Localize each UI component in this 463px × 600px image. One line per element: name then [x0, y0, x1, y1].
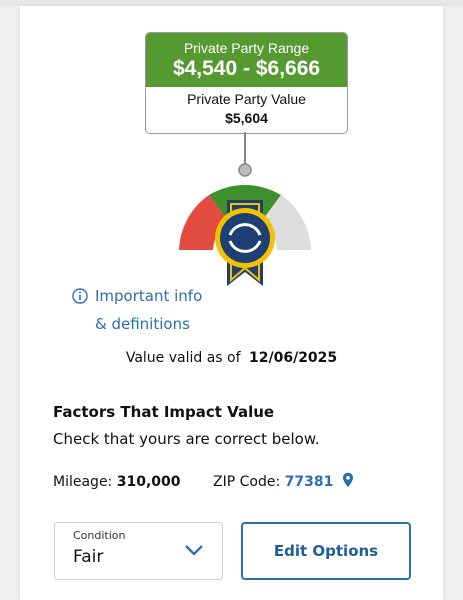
chevron-down-icon[interactable]	[184, 543, 204, 557]
page: Private Party Range $4,540 - $6,666 Priv…	[0, 0, 463, 600]
important-info-label-line1[interactable]: Important info	[72, 282, 242, 310]
zip-label: ZIP Code:	[213, 474, 281, 490]
important-info-label-line2[interactable]: & definitions	[72, 310, 242, 338]
private-party-value-label: Private Party Value	[187, 91, 306, 107]
value-valid-date: Value valid as of 12/06/2025	[0, 348, 463, 368]
valid-label: Value valid as of	[125, 350, 241, 366]
private-party-range-header: Private Party Range $4,540 - $6,666	[146, 33, 347, 87]
edit-options-button[interactable]: Edit Options	[241, 522, 411, 580]
gauge-svg	[179, 132, 311, 286]
valid-date: 12/06/2025	[249, 350, 338, 366]
factors-subtitle: Check that yours are correct below.	[53, 430, 320, 448]
condition-select[interactable]: Condition Fair	[54, 522, 223, 580]
private-party-value-amount: $5,604	[225, 110, 268, 126]
info-circle-icon	[72, 288, 88, 304]
condition-label: Condition	[73, 529, 126, 542]
private-party-range-value: $4,540 - $6,666	[172, 57, 321, 80]
condition-value[interactable]: Fair	[73, 547, 103, 567]
zip-value[interactable]: 77381	[285, 474, 334, 490]
location-pin-icon[interactable]	[342, 472, 354, 488]
factors-title: Factors That Impact Value	[53, 403, 275, 421]
price-range-box: Private Party Range $4,540 - $6,666 Priv…	[145, 32, 348, 134]
mileage-label: Mileage:	[53, 474, 113, 490]
private-party-range-label: Private Party Range	[183, 40, 310, 56]
value-gauge	[175, 132, 315, 292]
important-info-link[interactable]: Important info & definitions	[72, 282, 242, 338]
mileage-value: 310,000	[116, 474, 181, 490]
gauge-pointer-dot	[238, 163, 252, 177]
badge-inner-circle	[220, 213, 270, 263]
mileage-info: Mileage: 310,000	[53, 472, 181, 492]
zip-code-info[interactable]: ZIP Code: 77381	[213, 472, 354, 492]
